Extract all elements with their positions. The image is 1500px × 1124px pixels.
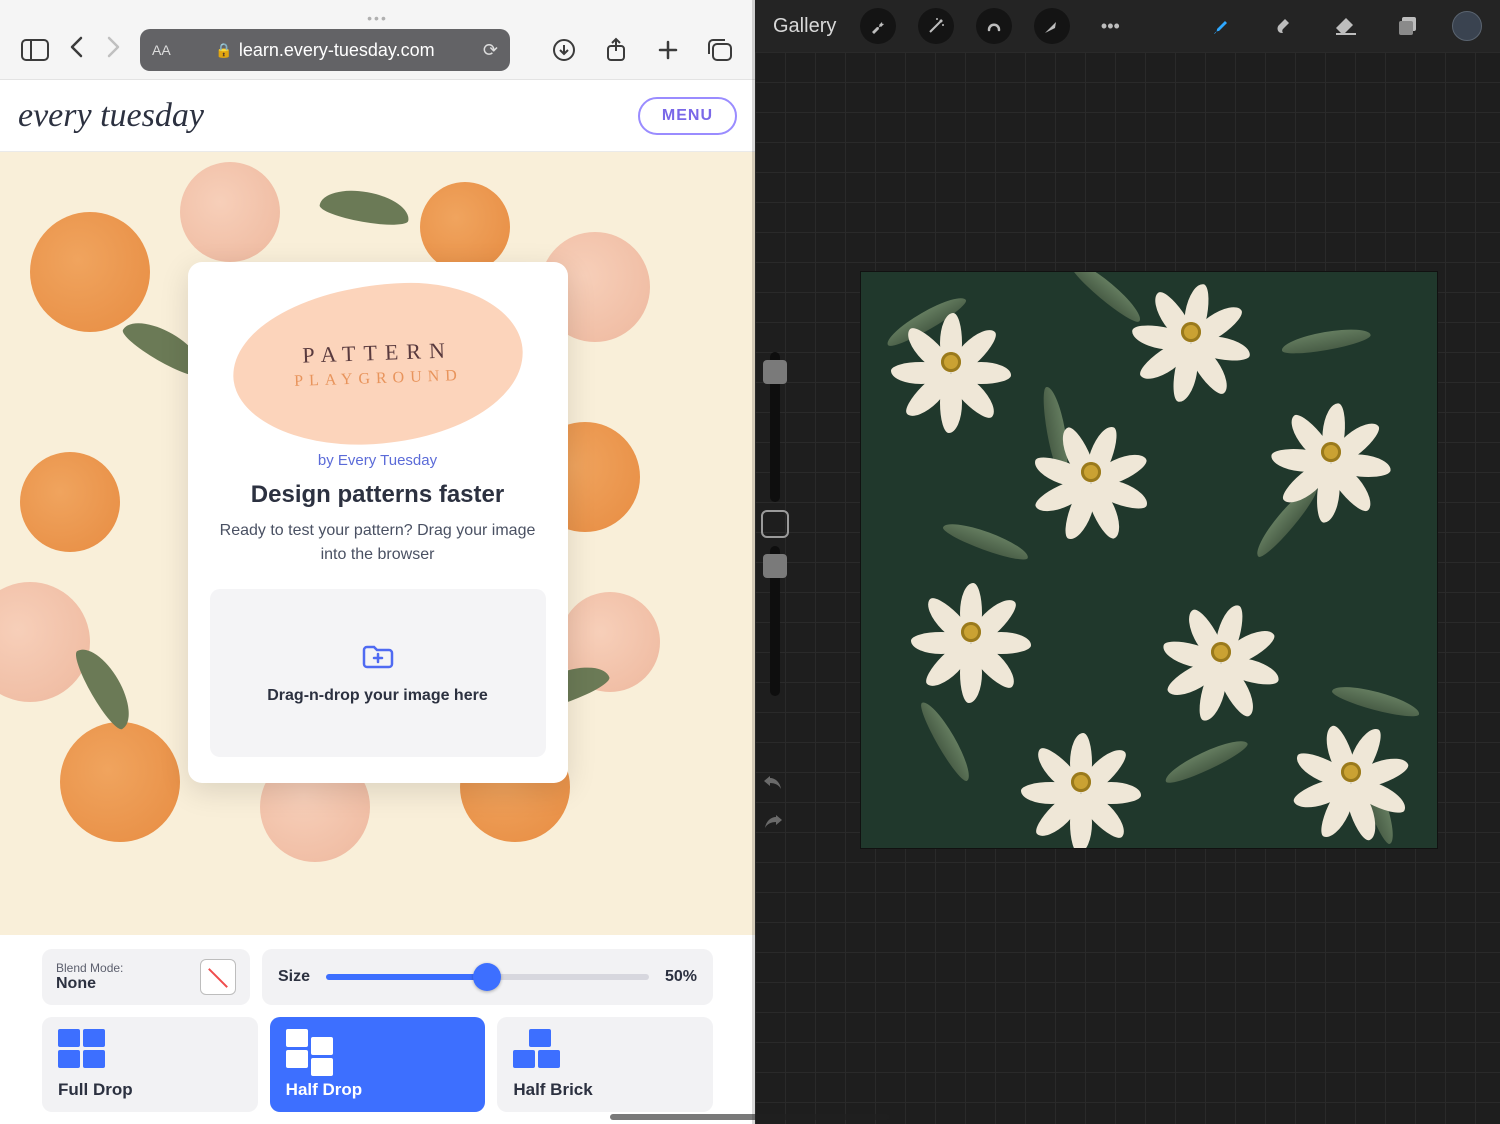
half-brick-button[interactable]: Half Brick — [497, 1017, 713, 1112]
redo-icon[interactable] — [761, 811, 785, 836]
selection-icon[interactable] — [976, 8, 1012, 44]
size-slider[interactable] — [326, 963, 649, 991]
dropzone-text: Drag-n-drop your image here — [267, 687, 487, 705]
back-button[interactable] — [68, 35, 86, 66]
size-label: Size — [278, 968, 310, 986]
url-text: learn.every-tuesday.com — [239, 40, 435, 61]
size-value: 50% — [665, 968, 697, 986]
download-icon[interactable] — [549, 37, 579, 63]
brush-opacity-slider[interactable] — [770, 546, 780, 696]
home-indicator[interactable] — [610, 1114, 890, 1120]
sidebar-toggle-icon[interactable] — [20, 37, 50, 63]
size-control: Size 50% — [262, 949, 713, 1005]
multitask-dots-icon[interactable]: ••• — [367, 10, 388, 26]
procreate-toolbar: Gallery ••• — [755, 0, 1500, 52]
brush-size-opacity-sliders — [755, 352, 795, 696]
procreate-pane: Gallery ••• — [755, 0, 1500, 1124]
safari-toolbar: ••• AA 🔒 learn.every-tuesday.com ⟳ — [0, 0, 755, 80]
upload-folder-icon — [361, 642, 395, 675]
lock-icon: 🔒 — [215, 42, 232, 59]
forward-button — [104, 35, 122, 66]
hero-section: PATTERN PLAYGROUND by Every Tuesday Desi… — [0, 152, 755, 935]
site-header: every tuesday MENU — [0, 80, 755, 152]
tabs-icon[interactable] — [705, 37, 735, 63]
blend-none-icon — [200, 959, 236, 995]
reload-icon[interactable]: ⟳ — [483, 40, 498, 61]
text-size-icon[interactable]: AA — [152, 42, 171, 58]
full-drop-label: Full Drop — [58, 1080, 242, 1100]
intro-card: PATTERN PLAYGROUND by Every Tuesday Desi… — [188, 262, 568, 783]
pattern-playground-logo: PATTERN PLAYGROUND — [230, 279, 525, 449]
logo-line1: PATTERN — [301, 337, 452, 368]
artwork-canvas[interactable] — [861, 272, 1437, 848]
site-logo[interactable]: every tuesday — [18, 97, 204, 135]
logo-line2: PLAYGROUND — [293, 367, 462, 391]
brush-size-slider[interactable] — [770, 352, 780, 502]
move-icon[interactable] — [1034, 8, 1070, 44]
controls-bar: Blend Mode: None Size 50% — [0, 935, 755, 1124]
half-drop-label: Half Drop — [286, 1080, 470, 1100]
url-bar[interactable]: AA 🔒 learn.every-tuesday.com ⟳ — [140, 29, 510, 71]
undo-icon[interactable] — [761, 772, 785, 797]
layers-icon[interactable] — [1390, 8, 1426, 44]
more-icon[interactable]: ••• — [1092, 8, 1128, 44]
wand-icon[interactable] — [918, 8, 954, 44]
procreate-canvas-area[interactable] — [755, 52, 1500, 1124]
half-drop-button[interactable]: Half Drop — [270, 1017, 486, 1112]
modify-button[interactable] — [761, 510, 789, 538]
color-picker-icon[interactable] — [1452, 11, 1482, 41]
undo-redo-controls — [761, 772, 785, 836]
menu-button[interactable]: MENU — [638, 97, 737, 135]
byline: by Every Tuesday — [210, 452, 546, 469]
brush-icon[interactable] — [1204, 8, 1240, 44]
gallery-button[interactable]: Gallery — [773, 15, 836, 38]
smudge-icon[interactable] — [1266, 8, 1302, 44]
blend-mode-value: None — [56, 975, 123, 993]
full-drop-button[interactable]: Full Drop — [42, 1017, 258, 1112]
wrench-icon[interactable] — [860, 8, 896, 44]
blend-mode-selector[interactable]: Blend Mode: None — [42, 949, 250, 1005]
hero-subtext: Ready to test your pattern? Drag your im… — [210, 519, 546, 567]
new-tab-icon[interactable] — [653, 37, 683, 63]
dropzone[interactable]: Drag-n-drop your image here — [210, 589, 546, 757]
eraser-icon[interactable] — [1328, 8, 1364, 44]
half-brick-label: Half Brick — [513, 1080, 697, 1100]
share-icon[interactable] — [601, 37, 631, 63]
blend-mode-label: Blend Mode: — [56, 961, 123, 975]
safari-pane: ••• AA 🔒 learn.every-tuesday.com ⟳ — [0, 0, 755, 1124]
hero-heading: Design patterns faster — [210, 481, 546, 509]
